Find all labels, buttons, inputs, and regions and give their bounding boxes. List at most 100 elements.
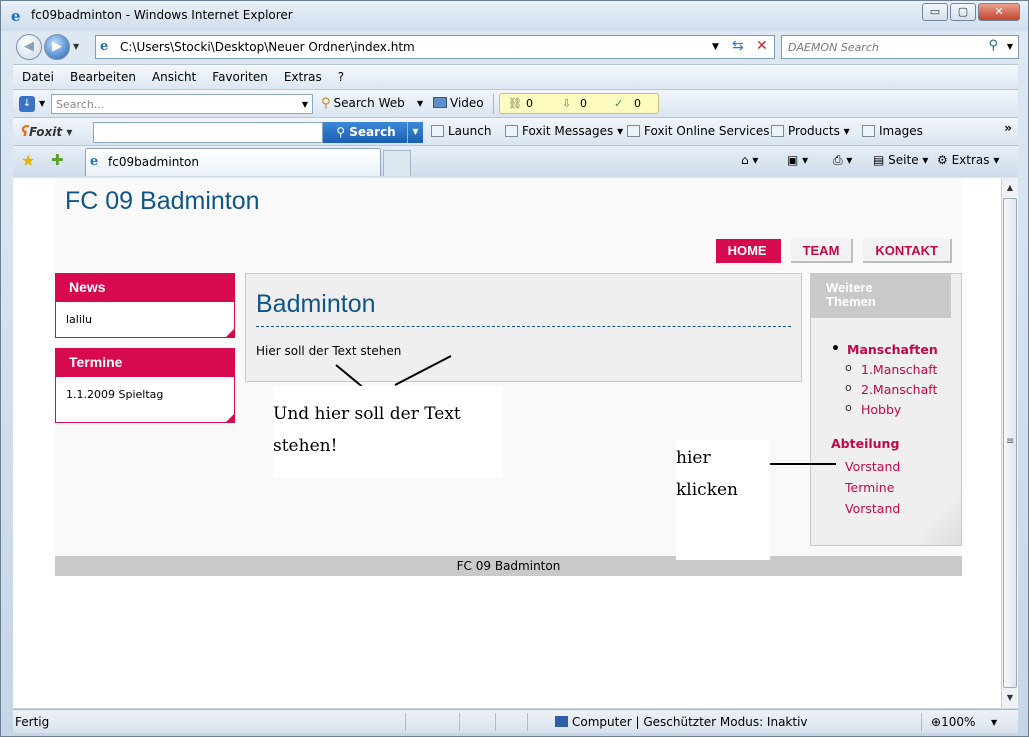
messages-icon bbox=[505, 125, 518, 137]
back-button[interactable]: ◀ bbox=[16, 34, 42, 60]
video-label: Video bbox=[450, 96, 484, 110]
status-bar: Fertig Computer | Geschützter Modus: Ina… bbox=[13, 709, 1018, 733]
menu-bearbeiten[interactable]: Bearbeiten bbox=[61, 65, 143, 84]
products-icon bbox=[771, 125, 784, 137]
new-tab-button[interactable] bbox=[383, 150, 411, 176]
forward-button[interactable]: ▶ bbox=[44, 34, 70, 60]
menu-extras[interactable]: Extras bbox=[275, 65, 329, 84]
toolbar-search-dropdown-icon[interactable]: ▼ bbox=[302, 100, 308, 109]
search-web-dropdown-icon[interactable]: ▼ bbox=[417, 99, 423, 108]
browser-window: e fc09badminton - Windows Internet Explo… bbox=[0, 0, 1029, 737]
foxit-label: Foxit bbox=[29, 125, 63, 139]
computer-zone-icon bbox=[555, 716, 568, 727]
toolbar-separator bbox=[493, 94, 494, 114]
status-divider bbox=[405, 713, 406, 731]
daemon-search-input[interactable]: DAEMON Search ⚲ ▼ bbox=[781, 35, 1019, 59]
foxit-menu-button[interactable]: ʕFoxit ▾ bbox=[21, 124, 72, 140]
foxit-search-label: Search bbox=[349, 125, 396, 139]
maximize-button[interactable]: ▢ bbox=[950, 3, 976, 21]
status-divider bbox=[459, 713, 460, 731]
launch-icon bbox=[431, 125, 444, 137]
foxit-search-input[interactable] bbox=[93, 122, 323, 143]
foxit-messages-label: Foxit Messages bbox=[522, 124, 614, 138]
vertical-scrollbar[interactable]: ▲ ≡ ▼ bbox=[1001, 178, 1018, 708]
feeds-icon[interactable]: ▣ ▾ bbox=[787, 153, 808, 167]
toolbar-dropdown-icon[interactable]: ▼ bbox=[39, 99, 45, 108]
video-icon bbox=[433, 97, 447, 108]
search-dropdown-icon[interactable]: ▼ bbox=[1007, 42, 1013, 51]
toolbar-search-input[interactable]: Search... ▼ bbox=[51, 94, 313, 114]
search-web-label: Search Web bbox=[333, 96, 405, 110]
toolbar-overflow-icon[interactable]: » bbox=[1004, 121, 1012, 135]
history-dropdown-icon[interactable]: ▼ bbox=[73, 42, 79, 51]
launch-label: Launch bbox=[448, 124, 492, 138]
products-label: Products bbox=[788, 124, 840, 138]
menu-favoriten[interactable]: Favoriten bbox=[203, 65, 275, 84]
print-icon[interactable]: ⎙ ▾ bbox=[833, 153, 852, 168]
zoom-level[interactable]: ⊕100% bbox=[931, 715, 975, 729]
address-url[interactable]: C:\Users\Stocki\Desktop\Neuer Ordner\ind… bbox=[120, 40, 415, 54]
search-web-button[interactable]: ⚲ Search Web bbox=[321, 96, 405, 111]
zoom-dropdown-icon[interactable]: ▼ bbox=[991, 718, 997, 727]
address-bar[interactable]: e C:\Users\Stocki\Desktop\Neuer Ordner\i… bbox=[95, 35, 775, 59]
security-zone-label: Computer | Geschützter Modus: Inaktiv bbox=[572, 715, 808, 729]
favorites-star-icon[interactable]: ★ bbox=[21, 151, 35, 170]
annotation-note-text-content: Und hier soll der Text stehen! bbox=[273, 404, 461, 456]
scroll-grip-icon: ≡ bbox=[1006, 436, 1015, 447]
counter-panel: ⛓ 0 ⇩ 0 ✓ 0 bbox=[499, 93, 659, 114]
page-menu-button[interactable]: ▤ Seite ▾ bbox=[873, 153, 928, 167]
menu-help[interactable]: ? bbox=[329, 65, 351, 84]
search-web-icon: ⚲ bbox=[321, 96, 331, 111]
page-favicon-icon: e bbox=[100, 39, 109, 54]
tab-label: fc09badminton bbox=[108, 155, 199, 169]
window-title: fc09badminton - Windows Internet Explore… bbox=[31, 8, 293, 22]
scroll-down-icon[interactable]: ▼ bbox=[1002, 690, 1018, 706]
images-button[interactable]: Images bbox=[862, 124, 923, 138]
foxit-online-services-button[interactable]: Foxit Online Services bbox=[627, 124, 770, 138]
images-label: Images bbox=[879, 124, 923, 138]
menu-datei[interactable]: Datei bbox=[13, 65, 61, 84]
toolbar-download-icon[interactable]: ↓ bbox=[19, 96, 35, 112]
ie-logo-icon: e bbox=[11, 7, 21, 25]
window-controls: ▭ ▢ ✕ bbox=[920, 3, 1020, 21]
foxit-messages-button[interactable]: Foxit Messages ▾ bbox=[505, 124, 623, 138]
security-zone[interactable]: Computer | Geschützter Modus: Inaktiv bbox=[555, 715, 808, 729]
annotation-note-click: hier klicken bbox=[676, 440, 770, 560]
download-icon: ⇩ bbox=[562, 97, 572, 110]
close-button[interactable]: ✕ bbox=[978, 3, 1020, 21]
home-icon[interactable]: ⌂ ▾ bbox=[741, 153, 758, 167]
video-button[interactable]: Video bbox=[433, 96, 484, 110]
foxit-logo-icon: ʕ bbox=[21, 124, 30, 140]
page-menu-label: Seite bbox=[888, 153, 919, 167]
address-dropdown-icon[interactable]: ▼ bbox=[712, 42, 719, 52]
search-toolbar: ↓ ▼ Search... ▼ ⚲ Search Web ▼ Video ⛓ 0 … bbox=[13, 89, 1018, 117]
annotation-strokes bbox=[335, 355, 836, 465]
tab-fc09badminton[interactable]: e fc09badminton bbox=[85, 148, 381, 176]
toolbar-search-placeholder: Search... bbox=[56, 98, 105, 111]
address-row: ◀ ▶ ▼ e C:\Users\Stocki\Desktop\Neuer Or… bbox=[1, 31, 1028, 63]
counter-links: 0 bbox=[526, 97, 533, 110]
foxit-toolbar: ʕFoxit ▾ ⚲ Search ▼ Launch Foxit Message… bbox=[13, 117, 1018, 145]
refresh-icon[interactable]: ⇆ bbox=[732, 38, 744, 54]
status-divider bbox=[527, 713, 528, 731]
stop-icon[interactable]: ✕ bbox=[756, 38, 768, 54]
tab-row: ★ ✚ e fc09badminton ⌂ ▾ ▣ ▾ ⎙ ▾ ▤ Seite … bbox=[13, 145, 1018, 177]
link-icon: ⛓ bbox=[508, 97, 522, 110]
annotation-note-text: Und hier soll der Text stehen! bbox=[273, 386, 503, 478]
menu-ansicht[interactable]: Ansicht bbox=[143, 65, 203, 84]
foxit-search-icon: ⚲ bbox=[336, 125, 346, 139]
launch-button[interactable]: Launch bbox=[431, 124, 491, 138]
minimize-button[interactable]: ▭ bbox=[922, 3, 948, 21]
extras-menu-button[interactable]: ⚙ Extras ▾ bbox=[937, 153, 999, 167]
menu-bar: Datei Bearbeiten Ansicht Favoriten Extras? bbox=[13, 64, 1018, 88]
annotation-note-click-content: hier klicken bbox=[676, 448, 739, 500]
products-button[interactable]: Products ▾ bbox=[771, 124, 850, 138]
foxit-search-dropdown-icon[interactable]: ▼ bbox=[407, 122, 423, 143]
status-text: Fertig bbox=[15, 715, 50, 729]
counter-downloads: 0 bbox=[580, 97, 587, 110]
add-favorite-icon[interactable]: ✚ bbox=[51, 151, 64, 169]
scroll-up-icon[interactable]: ▲ bbox=[1002, 180, 1018, 196]
foxit-search-button[interactable]: ⚲ Search bbox=[323, 122, 409, 143]
search-icon[interactable]: ⚲ bbox=[988, 38, 998, 53]
images-icon bbox=[862, 125, 875, 137]
